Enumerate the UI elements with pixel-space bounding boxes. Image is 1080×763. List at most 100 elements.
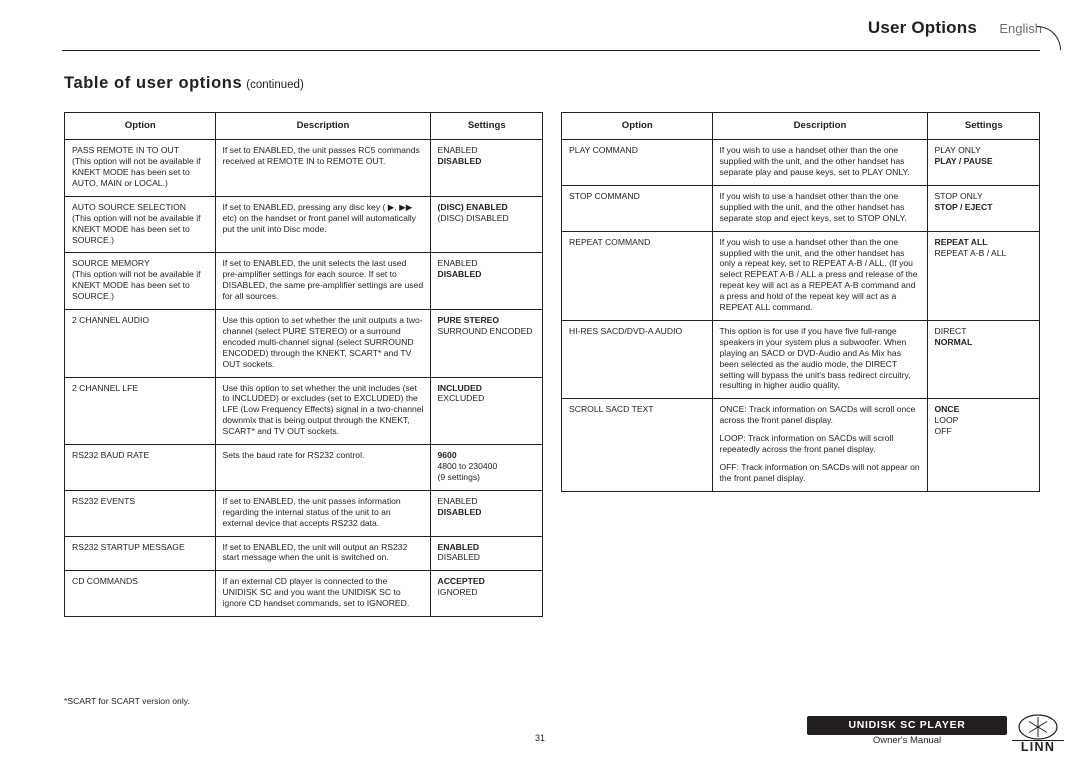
description-paragraph: Use this option to set whether the unit … (222, 382, 424, 437)
description-paragraph: If an external CD player is connected to… (222, 576, 410, 609)
setting-default: DISABLED (437, 269, 482, 280)
setting-option: ENABLED (437, 145, 478, 156)
page-title: User Options (867, 18, 977, 37)
setting-default: NORMAL (934, 336, 973, 347)
option-name: PASS REMOTE IN TO OUT (72, 145, 179, 156)
option-name: 2 CHANNEL AUDIO (72, 315, 150, 326)
option-name: RS232 BAUD RATE (72, 450, 150, 461)
cell-settings: ACCEPTED IGNORED (430, 571, 542, 616)
cell-settings: ENABLED DISABLED (430, 252, 542, 311)
header-divider (62, 50, 1040, 51)
description-paragraph: Sets the baud rate for RS232 control. (222, 450, 365, 461)
table-row: PLAY COMMAND If you wish to use a handset… (562, 139, 1039, 186)
setting-option: STOP ONLY (934, 190, 983, 201)
option-note: (This option will not be available if KN… (72, 269, 201, 302)
option-name: REPEAT COMMAND (569, 236, 651, 247)
setting-option: ENABLED (437, 258, 478, 269)
cell-option: PLAY COMMAND (562, 139, 713, 186)
setting-default: ENABLED (437, 541, 480, 552)
cell-settings: (DISC) ENABLED (DISC) DISABLED (430, 196, 542, 254)
cell-option: SCROLL SACD TEXT (562, 398, 713, 491)
cell-description: If set to ENABLED, the unit selects the … (215, 252, 431, 311)
setting-default: INCLUDED (437, 382, 482, 393)
cell-option: RS232 STARTUP MESSAGE (65, 536, 216, 572)
setting-option: PLAY ONLY (934, 145, 981, 156)
cell-description: If an external CD player is connected to… (215, 570, 431, 617)
cell-description: This option is for use if you have five … (712, 320, 928, 400)
cell-description: If set to ENABLED, pressing any disc key… (215, 196, 431, 254)
setting-option: 4800 to 230400 (437, 461, 498, 472)
table-row: CD COMMANDS If an external CD player is c… (65, 570, 542, 617)
table-row: RS232 STARTUP MESSAGE If set to ENABLED, … (65, 536, 542, 572)
cell-settings: ENABLED DISABLED (430, 536, 542, 572)
setting-default: ACCEPTED (437, 576, 485, 587)
product-badge-label: UNIDISK SC PLAYER (848, 719, 966, 731)
setting-option: DIRECT (934, 325, 967, 336)
table-row: PASS REMOTE IN TO OUT (This option will n… (65, 139, 542, 197)
setting-option: IGNORED (437, 587, 478, 598)
option-name: PLAY COMMAND (569, 145, 638, 156)
section-heading-title: Table of user options (64, 74, 243, 92)
cell-description: Sets the baud rate for RS232 control. (215, 444, 431, 491)
setting-option: DISABLED (437, 552, 481, 563)
cell-settings: STOP ONLY STOP / EJECT (927, 185, 1039, 232)
cell-option: SOURCE MEMORY (This option will not be av… (65, 252, 216, 311)
cell-option: HI-RES SACD/DVD-A AUDIO (562, 320, 713, 400)
cell-settings: PLAY ONLY PLAY / PAUSE (927, 139, 1039, 186)
option-name: RS232 STARTUP MESSAGE (72, 541, 185, 552)
linn-logo-text: LINN (1020, 740, 1056, 754)
cell-description: If set to ENABLED, the unit passes RC5 c… (215, 139, 431, 197)
cell-description: If you wish to use a handset other than … (712, 139, 928, 186)
description-paragraph: OFF: Track information on SACDs will not… (719, 462, 920, 483)
cell-description: Use this option to set whether the unit … (215, 377, 431, 446)
cell-option: CD COMMANDS (65, 570, 216, 617)
description-paragraph: If set to ENABLED, pressing any disc key… (222, 201, 416, 234)
product-badge: UNIDISK SC PLAYER (807, 716, 1007, 735)
setting-option: LOOP (934, 415, 959, 426)
description-paragraph: If set to ENABLED, the unit passes RC5 c… (222, 145, 420, 167)
setting-default: REPEAT ALL (934, 236, 988, 247)
option-note: (This option will not be available if KN… (72, 212, 201, 245)
user-options-table-right: Option Description Settings PLAY COMMAND… (561, 112, 1040, 492)
setting-default: PURE STEREO (437, 315, 500, 326)
cell-description: If set to ENABLED, the unit passes infor… (215, 490, 431, 537)
cell-option: RS232 EVENTS (65, 490, 216, 537)
cell-description: ONCE: Track information on SACDs will sc… (712, 398, 928, 491)
option-name: RS232 EVENTS (72, 495, 136, 506)
cell-settings: DIRECT NORMAL (927, 320, 1039, 400)
cell-option: RS232 BAUD RATE (65, 444, 216, 491)
setting-option: EXCLUDED (437, 393, 485, 404)
cell-description: If you wish to use a handset other than … (712, 231, 928, 321)
table-row: SCROLL SACD TEXT ONCE: Track information … (562, 398, 1039, 491)
column-header-settings: Settings (430, 113, 542, 141)
description-paragraph: LOOP: Track information on SACDs will sc… (719, 433, 894, 455)
setting-default: DISABLED (437, 156, 482, 167)
cell-settings: ENABLED DISABLED (430, 139, 542, 197)
option-name: 2 CHANNEL LFE (72, 382, 139, 393)
column-header-description: Description (712, 113, 928, 141)
table-row: 2 CHANNEL LFE Use this option to set whet… (65, 377, 542, 446)
setting-default: STOP / EJECT (934, 201, 993, 212)
column-header-option: Option (65, 113, 216, 141)
table-header-row: Option Description Settings (65, 113, 542, 141)
setting-option: REPEAT A-B / ALL (934, 247, 1007, 258)
table-row: 2 CHANNEL AUDIO Use this option to set wh… (65, 309, 542, 378)
option-name: HI-RES SACD/DVD-A AUDIO (569, 325, 683, 336)
cell-option: PASS REMOTE IN TO OUT (This option will n… (65, 139, 216, 197)
cell-option: 2 CHANNEL AUDIO (65, 309, 216, 378)
cell-settings: REPEAT ALL REPEAT A-B / ALL (927, 231, 1039, 321)
language-label: English (999, 21, 1042, 36)
setting-default: 9600 (437, 450, 457, 461)
linn-logo-mark (1018, 714, 1058, 740)
cell-option: REPEAT COMMAND (562, 231, 713, 321)
cell-settings: INCLUDED EXCLUDED (430, 377, 542, 446)
cell-option: 2 CHANNEL LFE (65, 377, 216, 446)
description-paragraph: If set to ENABLED, the unit passes infor… (222, 495, 401, 528)
description-paragraph: Use this option to set whether the unit … (222, 315, 423, 369)
setting-option: (DISC) DISABLED (437, 212, 509, 223)
cell-settings: PURE STEREO SURROUND ENCODED (430, 309, 542, 378)
description-paragraph: If set to ENABLED, the unit selects the … (222, 258, 424, 302)
cell-option: AUTO SOURCE SELECTION (This option will n… (65, 196, 216, 254)
